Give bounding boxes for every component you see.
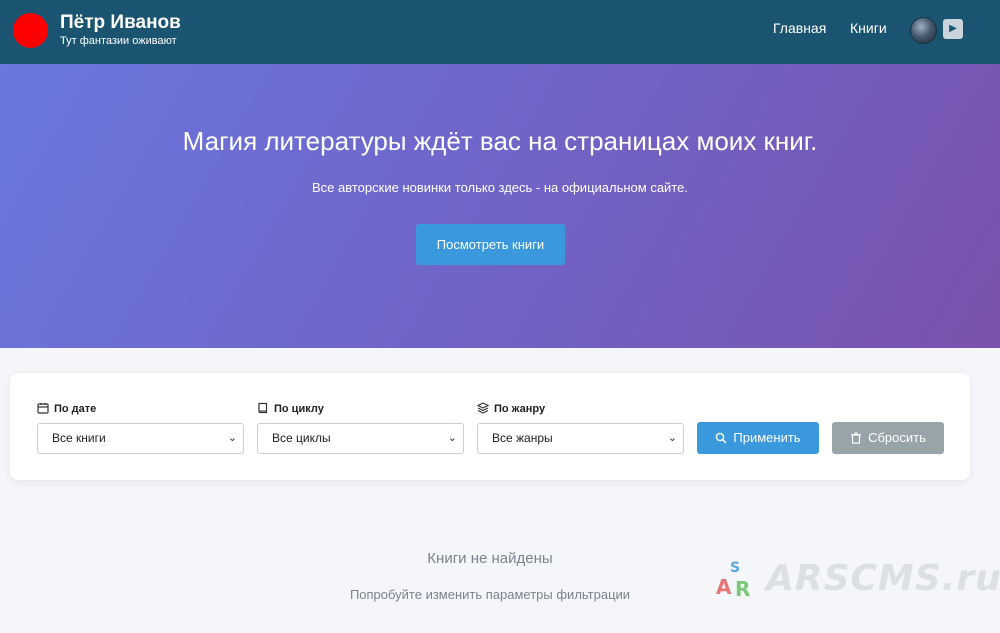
svg-text:A: A <box>716 575 732 599</box>
svg-text:R: R <box>735 577 750 600</box>
hero-title: Магия литературы ждёт вас на страницах м… <box>182 126 818 156</box>
view-books-button[interactable]: Посмотреть книги <box>416 224 565 265</box>
date-filter-select[interactable]: Все книги ⌄ <box>37 423 244 454</box>
cycle-filter-select[interactable]: Все циклы ⌄ <box>257 423 464 454</box>
watermark-logo: S A R <box>716 560 750 600</box>
genre-filter-label: По жанру <box>476 402 545 415</box>
date-filter-label: По дате <box>37 402 96 415</box>
filter-panel: По дате Все книги ⌄ По циклу Все циклы ⌄ П… <box>10 373 970 480</box>
svg-text:S: S <box>730 560 740 576</box>
reset-button[interactable]: Сбросить <box>832 422 944 454</box>
logo[interactable] <box>13 13 48 48</box>
hero-banner: Магия литературы ждёт вас на страницах м… <box>0 64 1000 348</box>
chevron-down-icon: ⌄ <box>227 432 237 444</box>
chevron-down-icon: ⌄ <box>447 432 457 444</box>
chevron-down-icon: ⌄ <box>667 432 677 444</box>
hero-subtitle: Все авторские новинки только здесь - на … <box>312 180 688 195</box>
trash-icon <box>851 432 862 444</box>
nav-home-link[interactable]: Главная <box>773 20 826 36</box>
avatar[interactable] <box>910 17 937 44</box>
site-header: Пётр Иванов Тут фантазии оживают Главная… <box>0 0 1000 64</box>
site-title[interactable]: Пётр Иванов <box>60 12 181 34</box>
layers-icon <box>476 402 490 414</box>
genre-filter-select[interactable]: Все жанры ⌄ <box>477 423 684 454</box>
calendar-icon <box>37 403 49 414</box>
watermark-text: ARSCMS.ru <box>766 558 1000 599</box>
search-icon <box>716 432 727 444</box>
watermark: S A R ARSCMS.ru <box>716 556 1000 602</box>
nav-books-link[interactable]: Книги <box>850 20 887 36</box>
book-icon <box>258 402 268 414</box>
apply-button[interactable]: Применить <box>697 422 819 454</box>
cycle-filter-label: По циклу <box>257 402 324 415</box>
play-icon[interactable]: ▶ <box>943 19 963 39</box>
site-tagline: Тут фантазии оживают <box>60 35 177 47</box>
